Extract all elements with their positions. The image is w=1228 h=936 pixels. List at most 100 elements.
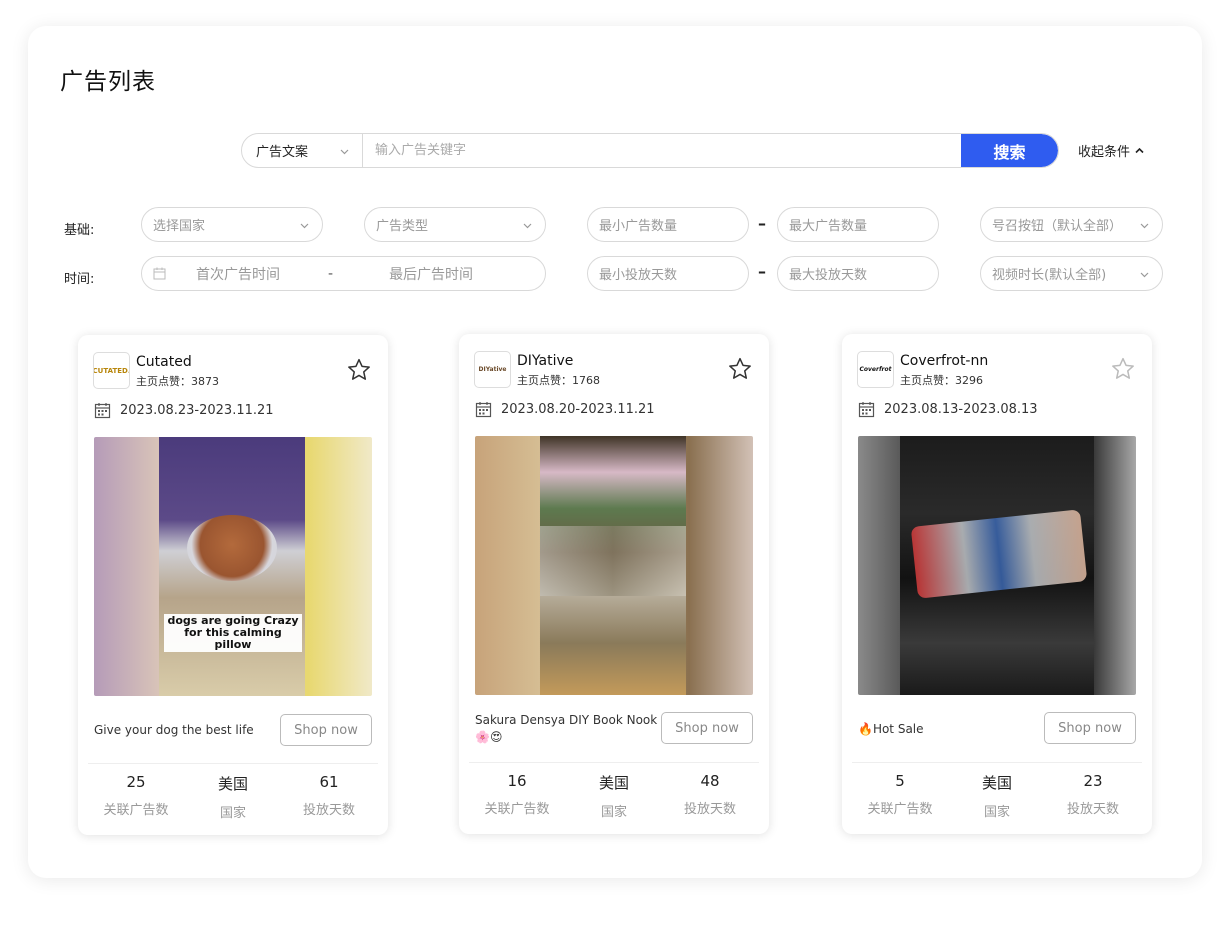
stat-label: 关联广告数 — [484, 802, 550, 817]
stat-related-ads: 5 关联广告数 — [850, 772, 950, 817]
chevron-up-icon — [1135, 147, 1144, 154]
search-type-select[interactable]: 广告文案 — [242, 134, 363, 167]
max-days-input[interactable]: 最大投放天数 — [777, 256, 939, 291]
calendar-icon — [153, 267, 166, 280]
star-icon[interactable] — [1110, 356, 1136, 382]
stat-country: 美国 国家 — [947, 772, 1047, 820]
stat-value: 美国 — [981, 774, 1012, 792]
country-select[interactable]: 选择国家 — [141, 207, 323, 242]
brand-logo: Coverfrot — [857, 351, 894, 388]
shop-now-button[interactable]: Shop now — [280, 714, 372, 746]
search-type-label: 广告文案 — [256, 145, 309, 160]
brand-logo: DIYative — [474, 351, 511, 388]
stat-label: 投放天数 — [683, 802, 736, 817]
dog-photo — [187, 515, 277, 581]
media-caption: dogs are going Crazy for this calming pi… — [164, 614, 302, 652]
stat-value: 61 — [319, 773, 339, 791]
page-likes: 主页点赞：3296 — [900, 374, 983, 387]
min-ads-placeholder: 最小广告数量 — [599, 219, 678, 234]
brand-logo: CUTATED. — [93, 352, 130, 389]
stat-label: 国家 — [219, 806, 246, 821]
stat-value: 25 — [126, 773, 146, 791]
last-ad-time-placeholder: 最后广告时间 — [389, 266, 474, 283]
chevron-down-icon — [1140, 223, 1149, 229]
brand-name[interactable]: DIYative — [517, 353, 573, 369]
stat-country: 美国 国家 — [183, 773, 283, 821]
ad-card[interactable]: CUTATED. Cutated 主页点赞：3873 2023.08.23-20… — [78, 335, 388, 835]
stat-label: 投放天数 — [302, 803, 355, 818]
date-range-picker[interactable]: 首次广告时间 - 最后广告时间 — [141, 256, 546, 291]
ad-card[interactable]: DIYative DIYative 主页点赞：1768 2023.08.20-2… — [459, 334, 769, 834]
stat-label: 国家 — [983, 805, 1010, 820]
brand-name[interactable]: Cutated — [136, 354, 192, 370]
max-ads-placeholder: 最大广告数量 — [789, 219, 868, 234]
date-range-text: 2023.08.20-2023.11.21 — [501, 402, 655, 417]
ad-media-thumbnail[interactable] — [858, 436, 1136, 695]
min-days-input[interactable]: 最小投放天数 — [587, 256, 749, 291]
stat-label: 国家 — [600, 805, 627, 820]
search-input[interactable] — [363, 134, 961, 167]
page-likes: 主页点赞：1768 — [517, 374, 600, 387]
page-title: 广告列表 — [60, 69, 156, 95]
date-range-sep: - — [328, 265, 334, 282]
shop-now-button[interactable]: Shop now — [661, 712, 753, 744]
chevron-down-icon — [1140, 272, 1149, 278]
collapse-filters-label: 收起条件 — [1078, 145, 1131, 160]
stat-country: 美国 国家 — [564, 772, 664, 820]
stat-value: 48 — [700, 772, 720, 790]
cta-placeholder: 号召按钮（默认全部） — [992, 219, 1123, 234]
stat-related-ads: 25 关联广告数 — [86, 773, 186, 818]
card-divider — [88, 763, 378, 764]
chevron-down-icon — [300, 223, 309, 229]
stat-label: 关联广告数 — [103, 803, 169, 818]
ad-type-placeholder: 广告类型 — [376, 219, 429, 234]
stat-days: 48 投放天数 — [660, 772, 760, 817]
search-button[interactable]: 搜索 — [961, 134, 1058, 167]
ad-media-thumbnail[interactable]: dogs are going Crazy for this calming pi… — [94, 437, 372, 696]
chevron-down-icon — [340, 149, 349, 155]
first-ad-time-placeholder: 首次广告时间 — [196, 266, 280, 283]
ad-media-frame — [540, 436, 686, 695]
ad-media-frame — [159, 437, 305, 696]
stat-days: 61 投放天数 — [279, 773, 379, 818]
chevron-down-icon — [523, 223, 532, 229]
calendar-icon — [858, 402, 875, 418]
brand-name[interactable]: Coverfrot-nn — [900, 353, 988, 369]
stat-days: 23 投放天数 — [1043, 772, 1143, 817]
range-dash: – — [758, 262, 766, 281]
collapse-filters-link[interactable]: 收起条件 — [1078, 141, 1145, 160]
stat-label: 关联广告数 — [867, 802, 933, 817]
video-length-select[interactable]: 视频时长(默认全部) — [980, 256, 1163, 291]
date-range-text: 2023.08.23-2023.11.21 — [120, 403, 274, 418]
min-days-placeholder: 最小投放天数 — [599, 268, 678, 283]
pill-organizer-photo — [910, 509, 1088, 599]
page-likes: 主页点赞：3873 — [136, 375, 219, 388]
ad-date-range: 2023.08.20-2023.11.21 — [475, 401, 655, 418]
ad-date-range: 2023.08.13-2023.08.13 — [858, 401, 1038, 418]
star-icon[interactable] — [727, 356, 753, 382]
stat-value: 美国 — [217, 775, 248, 793]
star-icon[interactable] — [346, 357, 372, 383]
calendar-icon — [94, 403, 111, 419]
stat-value: 美国 — [598, 774, 629, 792]
ad-type-select[interactable]: 广告类型 — [364, 207, 546, 242]
search-bar: 广告文案 搜索 — [241, 133, 1059, 168]
filter-time-label: 时间: — [64, 272, 95, 287]
calendar-icon — [475, 402, 492, 418]
ad-card[interactable]: Coverfrot Coverfrot-nn 主页点赞：3296 2023.08… — [842, 334, 1152, 834]
stat-value: 5 — [895, 772, 905, 790]
range-dash: – — [758, 214, 766, 233]
ad-copy: 🔥Hot Sale — [858, 722, 924, 736]
ad-copy: Give your dog the best life — [94, 723, 254, 737]
cta-select[interactable]: 号召按钮（默认全部） — [980, 207, 1163, 242]
stat-value: 16 — [507, 772, 527, 790]
stat-related-ads: 16 关联广告数 — [467, 772, 567, 817]
ad-media-thumbnail[interactable] — [475, 436, 753, 695]
filter-basic-label: 基础: — [64, 223, 95, 238]
max-ads-input[interactable]: 最大广告数量 — [777, 207, 939, 242]
card-divider — [469, 762, 759, 763]
min-ads-input[interactable]: 最小广告数量 — [587, 207, 749, 242]
shop-now-button[interactable]: Shop now — [1044, 712, 1136, 744]
ad-date-range: 2023.08.23-2023.11.21 — [94, 402, 274, 419]
country-select-placeholder: 选择国家 — [153, 219, 206, 234]
